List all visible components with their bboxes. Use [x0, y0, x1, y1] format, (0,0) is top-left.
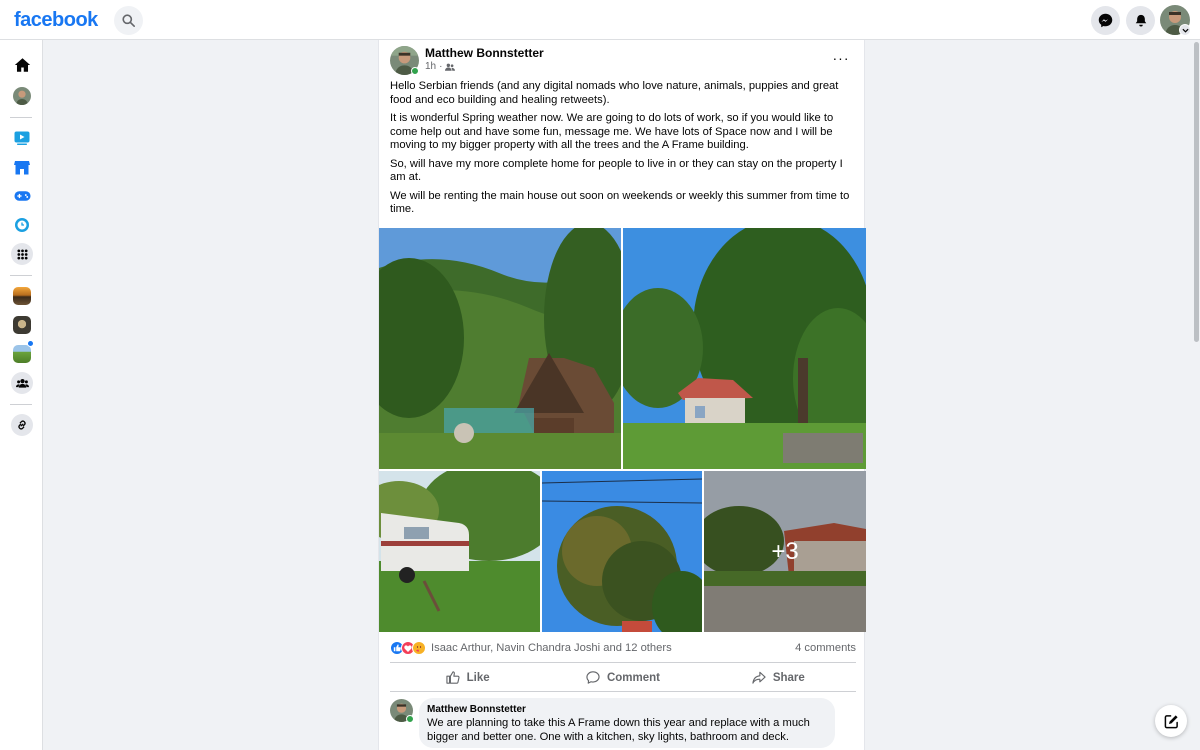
search-icon	[122, 14, 135, 27]
care-icon	[412, 641, 426, 655]
new-message-icon	[1164, 714, 1178, 728]
rail-groups[interactable]	[11, 372, 33, 394]
group-thumbnail	[13, 345, 31, 363]
comment-bubble: Matthew Bonnstetter We are planning to t…	[419, 698, 835, 748]
account-menu-caret[interactable]	[1179, 24, 1191, 36]
comment-count-link[interactable]: 4 comments	[795, 642, 856, 654]
comment-button[interactable]: Comment	[545, 664, 700, 691]
top-navigation-bar: facebook	[0, 0, 1200, 40]
gamepad-icon	[13, 191, 31, 201]
post-paragraph: We will be renting the main house out so…	[390, 189, 850, 216]
left-navigation-rail	[0, 40, 43, 750]
new-message-button[interactable]	[1155, 705, 1187, 737]
link-icon	[18, 420, 26, 430]
post-photo-1[interactable]	[379, 228, 621, 469]
photo-house-and-tree	[623, 228, 866, 469]
groups-button	[11, 372, 33, 394]
rail-profile[interactable]	[11, 85, 33, 107]
rail-home[interactable]	[11, 54, 33, 76]
notifications-button[interactable]	[1126, 6, 1155, 35]
rail-link[interactable]	[11, 414, 33, 436]
reaction-names[interactable]: Isaac Arthur, Navin Chandra Joshi and 12…	[431, 642, 672, 654]
post-body: Hello Serbian friends (and any digital n…	[390, 80, 856, 222]
grid-icon	[16, 248, 28, 260]
groups-icon	[15, 379, 29, 388]
photo-tree-blue-sky	[542, 471, 702, 632]
post-author-name[interactable]: Matthew Bonnstetter	[425, 46, 544, 61]
reactions-summary: Isaac Arthur, Navin Chandra Joshi and 12…	[390, 640, 856, 656]
messenger-icon	[1098, 13, 1113, 28]
rail-divider	[10, 275, 32, 276]
photo-a-frame-cabin	[379, 228, 621, 469]
menu-button	[11, 243, 33, 265]
rail-watch[interactable]	[11, 127, 33, 149]
post-photo-5[interactable]: +3	[704, 471, 866, 632]
link-button	[11, 414, 33, 436]
unread-dot	[27, 340, 34, 347]
post-paragraph: Hello Serbian friends (and any digital n…	[390, 80, 839, 106]
post-meta: 1h ·	[425, 61, 456, 73]
avatar	[13, 87, 31, 105]
post-photo-2[interactable]	[623, 228, 866, 469]
group-thumbnail	[13, 316, 31, 334]
post-timestamp[interactable]: 1h	[425, 61, 436, 73]
rail-shortcut-1[interactable]	[11, 285, 33, 307]
thumbs-up-icon	[446, 671, 460, 684]
commenter-online-dot	[406, 715, 414, 723]
facebook-logo[interactable]: facebook	[14, 6, 98, 34]
friends-icon	[445, 63, 456, 71]
like-button[interactable]: Like	[390, 664, 545, 691]
share-button[interactable]: Share	[701, 664, 856, 691]
online-status-dot	[411, 67, 419, 75]
reaction-icons[interactable]	[390, 641, 426, 655]
meta-separator: ·	[439, 61, 443, 72]
comment-label: Comment	[606, 671, 660, 684]
rail-shortcut-2[interactable]	[11, 314, 33, 336]
post-paragraph: So, will have my more complete home for …	[390, 157, 843, 184]
more-photos-overlay[interactable]: +3	[704, 471, 866, 632]
feed-post: Matthew Bonnstetter 1h · ··· Hello Serbi…	[378, 40, 866, 750]
video-icon	[14, 131, 30, 145]
comment-author[interactable]: Matthew Bonnstetter	[427, 703, 827, 716]
search-button[interactable]	[114, 6, 143, 35]
comment-icon	[586, 671, 600, 684]
post-photo-3[interactable]	[379, 471, 540, 632]
post-options-button[interactable]: ···	[831, 50, 851, 66]
rail-gaming[interactable]	[11, 185, 33, 207]
post-paragraph: It is wonderful Spring weather now. We a…	[390, 112, 834, 151]
post-photo-4[interactable]	[542, 471, 702, 632]
page-scrollbar-thumb[interactable]	[1194, 42, 1199, 342]
rail-marketplace[interactable]	[11, 156, 33, 178]
group-thumbnail	[13, 287, 31, 305]
share-label: Share	[772, 671, 805, 684]
chevron-down-icon	[1181, 28, 1189, 33]
actions-divider-bottom	[390, 691, 856, 692]
rail-memories[interactable]	[11, 214, 33, 236]
post-actions: Like Comment Share	[390, 664, 856, 691]
photo-caravan	[379, 471, 540, 632]
actions-divider-top	[390, 662, 856, 663]
store-icon	[14, 160, 30, 174]
rail-menu[interactable]	[11, 243, 33, 265]
clock-icon	[15, 218, 29, 232]
rail-divider	[10, 404, 32, 405]
share-icon	[752, 671, 766, 684]
like-label: Like	[466, 671, 490, 684]
bell-icon	[1135, 14, 1146, 27]
messenger-button[interactable]	[1091, 6, 1120, 35]
comment-text: We are planning to take this A Frame dow…	[427, 717, 810, 743]
rail-divider	[10, 117, 32, 118]
home-icon	[14, 58, 30, 72]
